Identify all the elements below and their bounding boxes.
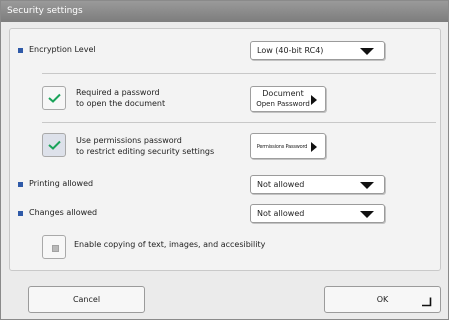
printing-allowed-dropdown[interactable]: Not allowed <box>250 175 385 194</box>
enable-copying-checkbox[interactable] <box>42 235 66 259</box>
permissions-password-label-line1: Use permissions password <box>76 136 182 145</box>
changes-bullet-icon <box>18 211 23 216</box>
permissions-password-checkbox[interactable] <box>42 133 66 157</box>
open-password-label: Required a password to open the document <box>76 87 165 109</box>
cancel-button[interactable]: Cancel <box>28 286 145 313</box>
chevron-right-icon <box>311 95 317 105</box>
document-open-password-button[interactable]: Document Open Password <box>250 86 326 112</box>
changes-allowed-dropdown[interactable]: Not allowed <box>250 204 385 223</box>
checkmark-icon <box>48 93 61 103</box>
encryption-level-value: Low (40-bit RC4) <box>257 46 324 55</box>
open-password-label-line1: Required a password <box>76 88 160 97</box>
open-password-checkbox[interactable] <box>42 86 66 110</box>
settings-panel: Encryption Level Low (40-bit RC4) Requir… <box>9 28 441 271</box>
ok-button-label: OK <box>376 295 389 304</box>
enter-icon <box>422 297 432 307</box>
encryption-level-dropdown[interactable]: Low (40-bit RC4) <box>250 41 385 60</box>
window-title: Security settings <box>1 1 448 22</box>
divider <box>42 73 436 74</box>
chevron-down-icon <box>360 211 374 218</box>
chevron-down-icon <box>360 48 374 55</box>
enable-copying-label: Enable copying of text, images, and acce… <box>74 240 266 249</box>
chevron-right-icon <box>311 142 317 152</box>
checkmark-icon <box>48 140 61 150</box>
chevron-down-icon <box>360 182 374 189</box>
printing-bullet-icon <box>18 182 23 187</box>
changes-allowed-label: Changes allowed <box>29 208 98 217</box>
permissions-password-button[interactable]: Permissions Password <box>250 133 326 159</box>
encryption-bullet-icon <box>18 48 23 53</box>
printing-allowed-label: Printing allowed <box>29 179 94 188</box>
unchecked-box-icon <box>52 245 59 252</box>
permissions-password-label: Use permissions password to restrict edi… <box>76 135 214 157</box>
permissions-password-label-line2: to restrict editing security settings <box>76 147 215 156</box>
changes-allowed-value: Not allowed <box>257 209 305 218</box>
security-settings-dialog: Security settings Encryption Level Low (… <box>0 0 449 320</box>
encryption-level-label: Encryption Level <box>29 45 96 54</box>
printing-allowed-value: Not allowed <box>257 180 305 189</box>
ok-button[interactable]: OK <box>324 286 441 313</box>
permissions-password-button-label: Permissions Password <box>256 144 308 150</box>
divider <box>42 122 436 123</box>
open-password-label-line2: to open the document <box>76 99 166 108</box>
